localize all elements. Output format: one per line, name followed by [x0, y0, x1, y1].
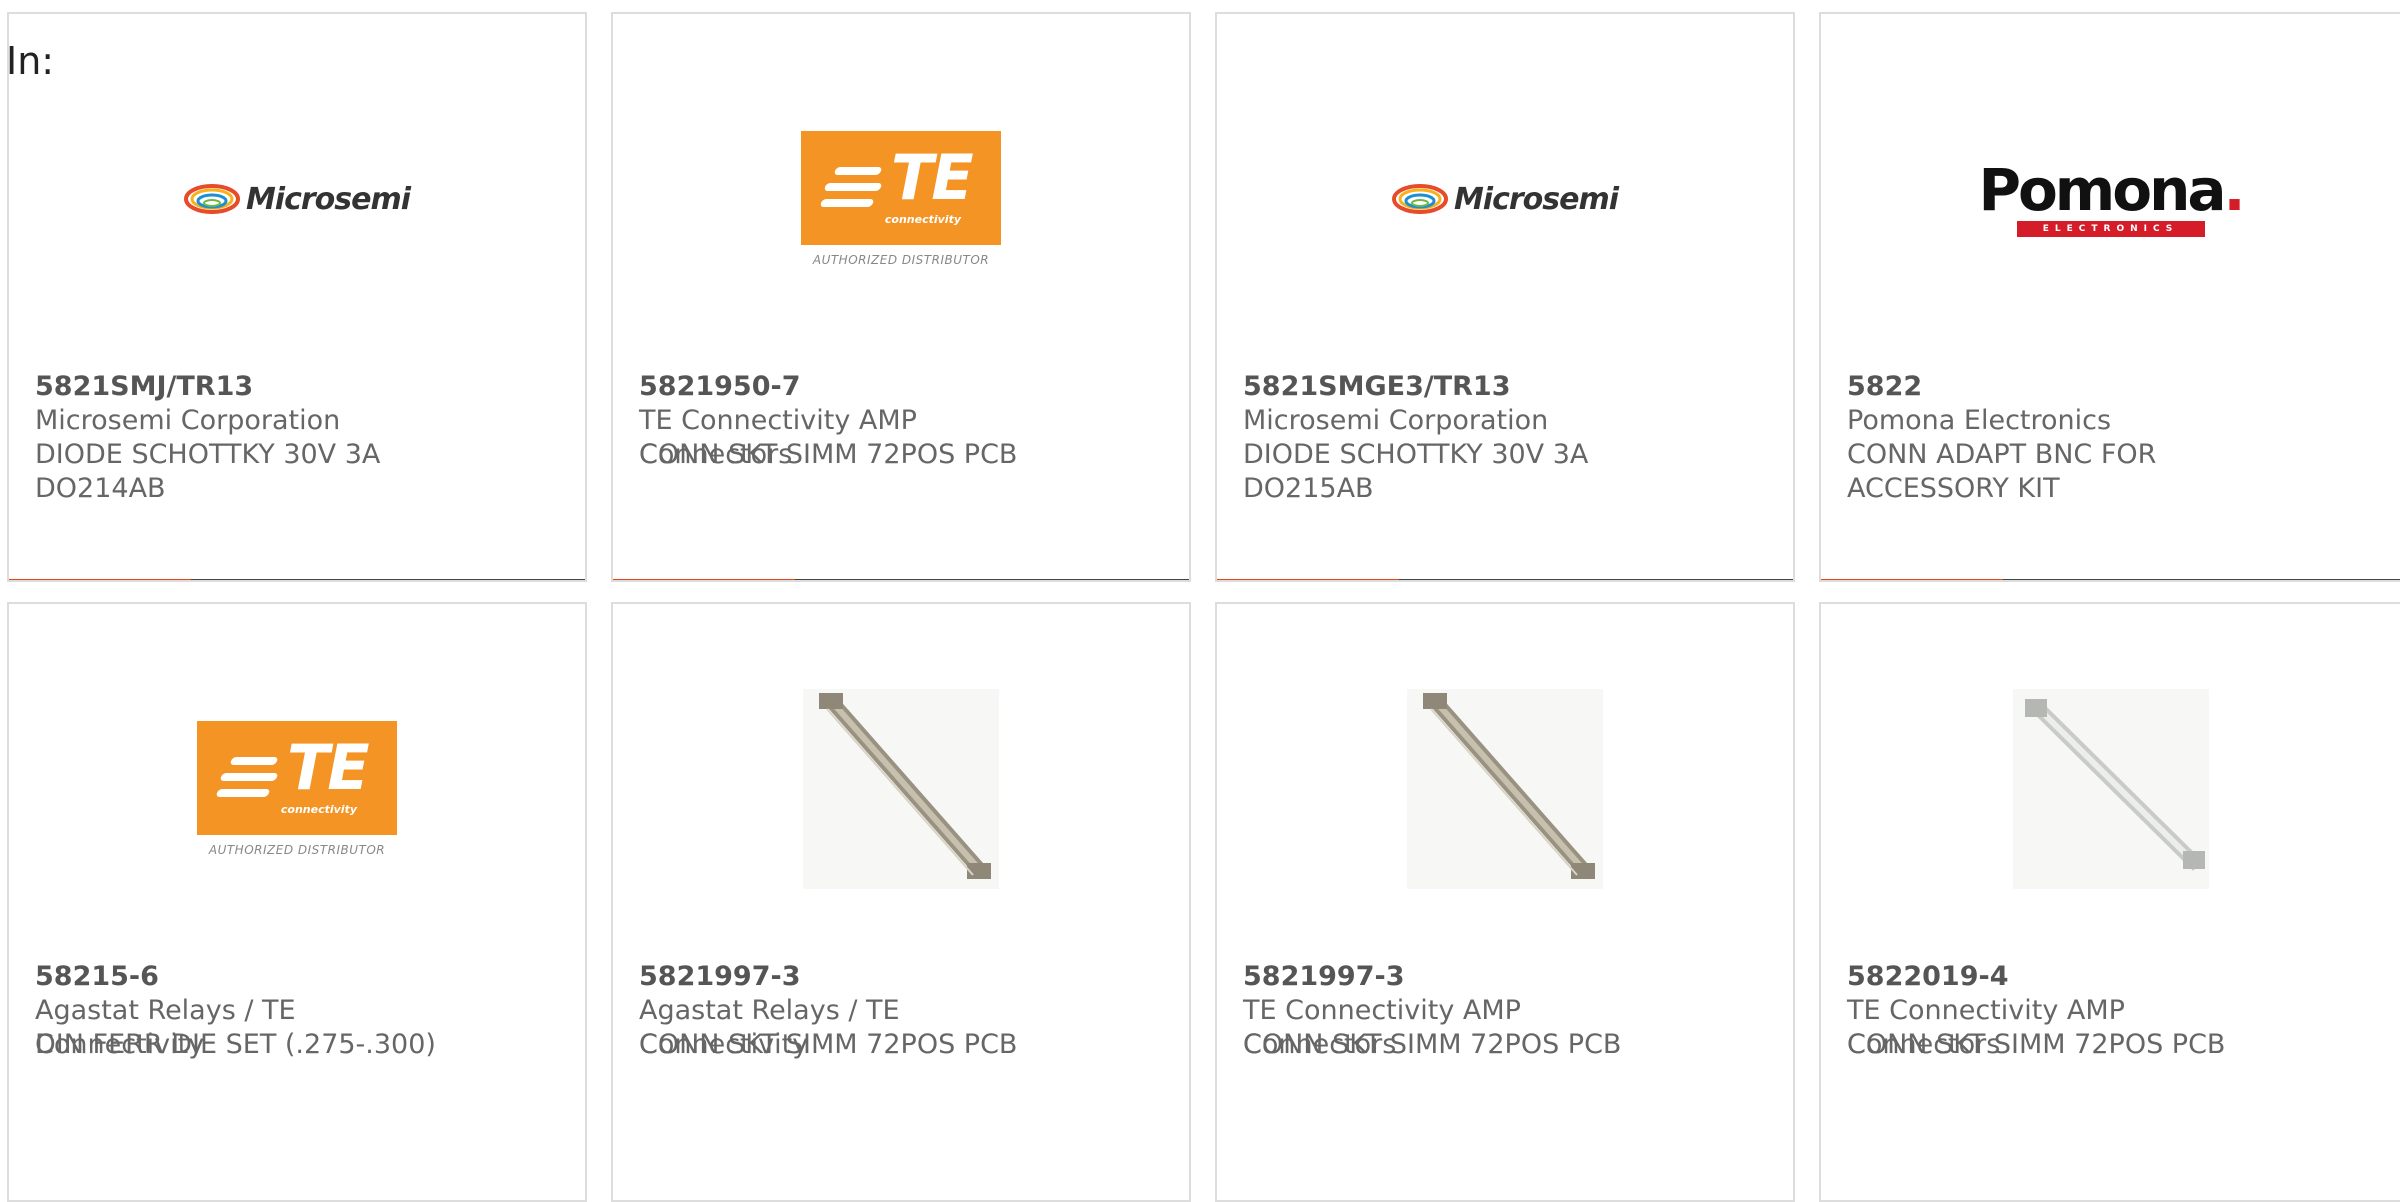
pomona-logo: Pomona. ELECTRONICS [1978, 161, 2246, 237]
te-logo-subtext: connectivity [280, 803, 357, 816]
part-number[interactable]: 58215-6 [35, 960, 159, 994]
description: DIODE SCHOTTKY 30V 3A DO215AB [1243, 439, 1589, 504]
card-accent-bar [613, 579, 795, 580]
product-card[interactable]: 5821997-3 Agastat Relays / TE Connectivi… [611, 602, 1191, 1202]
card-accent-bar [1217, 579, 1399, 580]
product-card[interactable]: TE connectivity AUTHORIZED DISTRIBUTOR 5… [611, 12, 1191, 582]
description: CONN SKT SIMM 72POS PCB [639, 1029, 1018, 1060]
part-number[interactable]: 5821997-3 [639, 960, 801, 994]
part-number[interactable]: 5821997-3 [1243, 960, 1405, 994]
microsemi-swirl-icon [183, 184, 240, 214]
te-logo-caption: AUTHORIZED DISTRIBUTOR [812, 253, 990, 267]
product-image[interactable]: Pomona. ELECTRONICS [1821, 104, 2400, 294]
card-bottom-bar [1821, 579, 2400, 580]
te-connectivity-logo: TE connectivity AUTHORIZED DISTRIBUTOR [197, 721, 397, 857]
product-image[interactable] [613, 689, 1189, 889]
microsemi-logo: Microsemi [1391, 181, 1619, 217]
product-grid: Microsemi 5821SMJ/TR13 Microsemi Corpora… [0, 0, 2400, 1202]
product-card[interactable]: TE connectivity AUTHORIZED DISTRIBUTOR 5… [7, 602, 587, 1202]
simm-socket-photo [1407, 689, 1603, 889]
pomona-logo-subtext: ELECTRONICS [2016, 221, 2205, 237]
product-image[interactable] [1821, 689, 2400, 889]
description: DIODE SCHOTTKY 30V 3A DO214AB [35, 439, 381, 504]
part-number[interactable]: 5822 [1847, 370, 1922, 404]
part-number[interactable]: 5822019-4 [1847, 960, 2009, 994]
description: CONN ADAPT BNC FOR ACCESSORY KIT [1847, 439, 2157, 504]
microsemi-logo: Microsemi [183, 181, 411, 217]
manufacturer: Pomona Electronics [1847, 405, 2112, 436]
pomona-logo-text: Pomona [1978, 156, 2226, 224]
te-logo-text: TE [287, 731, 370, 804]
product-image[interactable]: Microsemi [9, 104, 585, 294]
simm-socket-photo [803, 689, 999, 889]
product-card[interactable]: 5822019-4 TE Connectivity AMP Connectors… [1819, 602, 2400, 1202]
product-image[interactable]: TE connectivity AUTHORIZED DISTRIBUTOR [9, 694, 585, 884]
card-bottom-bar [9, 579, 585, 580]
microsemi-logo-text: Microsemi [245, 181, 411, 217]
product-image[interactable]: TE connectivity AUTHORIZED DISTRIBUTOR [613, 104, 1189, 294]
description: CONN SKT SIMM 72POS PCB [1847, 1029, 2226, 1060]
te-logo-caption: AUTHORIZED DISTRIBUTOR [208, 843, 386, 857]
te-logo-text: TE [891, 141, 974, 214]
description: CONN SKT SIMM 72POS PCB [1243, 1029, 1622, 1060]
manufacturer: Microsemi Corporation [35, 405, 341, 436]
part-number[interactable]: 5821SMJ/TR13 [35, 370, 253, 404]
microsemi-swirl-icon [1391, 184, 1448, 214]
card-accent-bar [1821, 579, 2003, 580]
part-number[interactable]: 5821950-7 [639, 370, 801, 404]
te-logo-subtext: connectivity [884, 213, 961, 226]
filter-label: In: [6, 39, 55, 83]
product-card[interactable]: 5821997-3 TE Connectivity AMP Connectors… [1215, 602, 1795, 1202]
product-card[interactable]: Pomona. ELECTRONICS 5822 Pomona Electron… [1819, 12, 2400, 582]
product-image[interactable]: Microsemi [1217, 104, 1793, 294]
product-image[interactable] [1217, 689, 1793, 889]
card-bottom-bar [1217, 579, 1793, 580]
description: CONN SKT SIMM 72POS PCB [639, 439, 1018, 470]
card-bottom-bar [613, 579, 1189, 580]
te-connectivity-logo: TE connectivity AUTHORIZED DISTRIBUTOR [801, 131, 1001, 267]
product-card[interactable]: Microsemi 5821SMGE3/TR13 Microsemi Corpo… [1215, 12, 1795, 582]
part-number[interactable]: 5821SMGE3/TR13 [1243, 370, 1511, 404]
microsemi-logo-text: Microsemi [1453, 181, 1619, 217]
product-card[interactable]: Microsemi 5821SMJ/TR13 Microsemi Corpora… [7, 12, 587, 582]
simm-socket-photo-light [2012, 689, 2209, 889]
card-accent-bar [9, 579, 191, 580]
description: DIN FERR DIE SET (.275-.300) [35, 1029, 436, 1060]
manufacturer: Microsemi Corporation [1243, 405, 1549, 436]
